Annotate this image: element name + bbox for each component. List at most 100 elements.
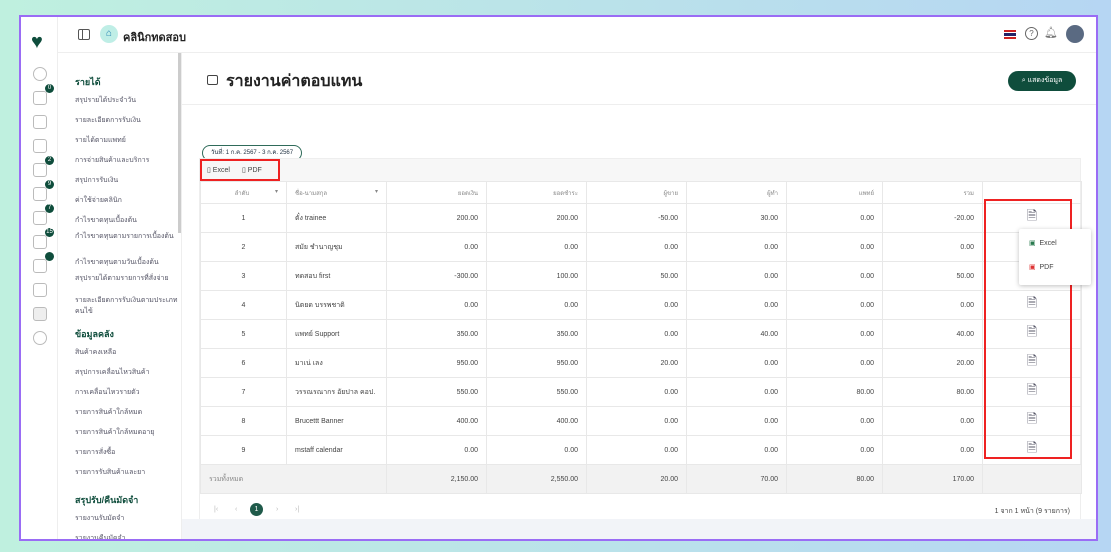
column-header[interactable]: ยอดชำระ <box>486 181 587 204</box>
column-header[interactable]: ยอดเงิน <box>386 181 487 204</box>
id-card-icon[interactable] <box>33 139 47 153</box>
column-header[interactable]: รวม <box>882 181 983 204</box>
table-cell: 0.00 <box>786 319 883 349</box>
sort-filter-icon[interactable]: ▾ <box>275 188 278 195</box>
pdf-file-icon: ▣ <box>1029 264 1036 271</box>
app-window: ♥ 0 2 9 7 15 ⌂ คลินิกทดสอบ ? 🔔︎ รายได้ สรุปรา… <box>19 15 1098 541</box>
box-icon[interactable] <box>33 252 54 273</box>
thai-flag-icon[interactable] <box>1004 30 1016 39</box>
table-cell: 80.00 <box>786 377 883 407</box>
export-excel-button[interactable]: ▯ Excel <box>207 166 230 174</box>
export-pdf-label: PDF <box>247 167 262 174</box>
submenu-item[interactable]: การจ่ายสินค้าและบริการ <box>75 151 181 171</box>
last-page-button[interactable]: ›| <box>295 506 299 513</box>
submenu-item[interactable]: กำไรขาดทุนเบื้องต้น <box>75 211 181 231</box>
submenu-item[interactable]: รายการสินค้าใกล้หมด <box>75 403 181 423</box>
notification-badge: 15 <box>45 228 54 237</box>
report-icon[interactable] <box>33 307 47 321</box>
total-cell: 2,550.00 <box>486 464 587 494</box>
totals-row: รวมทั้งหมด 2,150.00 2,550.00 20.00 70.00 80.0… <box>200 464 1082 494</box>
submenu-item[interactable]: รายละเอียดการรับเงินตามประเภทคนไข้ <box>75 295 181 317</box>
column-header[interactable]: ผู้ทำ <box>686 181 787 204</box>
notification-badge: 2 <box>45 156 54 165</box>
sort-filter-icon[interactable]: ▾ <box>375 188 378 195</box>
payment-icon[interactable]: 15 <box>33 228 54 249</box>
table-cell: 0.00 <box>882 232 983 262</box>
submenu-item[interactable]: การเคลื่อนไหวรายตัว <box>75 383 181 403</box>
submenu-item[interactable]: ค่าใช้จ่ายคลินิก <box>75 191 181 211</box>
submenu-item[interactable]: รายละเอียดการรับเงิน <box>75 111 181 131</box>
export-pdf-button[interactable]: ▯ PDF <box>242 166 262 174</box>
submenu-item[interactable]: รายการรับสินค้าและยา <box>75 463 181 483</box>
excel-file-icon: ▣ <box>1029 240 1036 247</box>
help-icon[interactable]: ? <box>1025 27 1038 40</box>
submenu-scrollbar[interactable] <box>178 53 181 233</box>
clinic-logo-icon: ⌂ <box>100 25 118 43</box>
prev-page-button[interactable]: ‹ <box>235 506 237 513</box>
next-page-button[interactable]: › <box>276 506 278 513</box>
page-title: รายงานค่าตอบแทน <box>226 73 363 90</box>
user-icon[interactable] <box>33 115 47 129</box>
home-icon[interactable] <box>33 67 47 81</box>
table-row: 1 ตั๋ง trainee 200.00 200.00 -50.00 30.00 0.00… <box>200 203 1082 233</box>
first-page-button[interactable]: |‹ <box>214 506 218 513</box>
total-cell: 70.00 <box>686 464 787 494</box>
table-cell: มาเน่ เลง <box>286 348 387 378</box>
column-header-label: รวม <box>963 190 974 197</box>
submenu-item[interactable]: รายการสั่งซื้อ <box>75 443 181 463</box>
submenu-item[interactable]: กำไรขาดทุนตามรายการเบื้องต้น <box>75 231 181 253</box>
stethoscope-icon[interactable]: 9 <box>33 180 54 201</box>
page-1-button[interactable]: 1 <box>250 503 263 516</box>
table-cell: 3 <box>200 261 287 291</box>
totals-label: รวมทั้งหมด <box>200 464 387 494</box>
table-cell: 6 <box>200 348 287 378</box>
submenu-item[interactable]: รายการสินค้าใกล้หมดอายุ <box>75 423 181 443</box>
submenu-item[interactable]: กำไรขาดทุนตามวันเบื้องต้น <box>75 253 181 273</box>
calendar-icon[interactable]: 0 <box>33 84 54 105</box>
icon-rail: ♥ 0 2 9 7 15 <box>21 17 58 539</box>
submenu-item[interactable]: รายได้ตามแพทย์ <box>75 131 181 151</box>
table-cell: 2 <box>200 232 287 262</box>
table-cell: -20.00 <box>882 203 983 233</box>
bell-icon[interactable]: 🔔︎ <box>1044 26 1058 39</box>
table-cell: นิตยด บรรพชาติ <box>286 290 387 320</box>
table-cell: 200.00 <box>386 203 487 233</box>
avatar[interactable] <box>1066 25 1084 43</box>
table-cell: 50.00 <box>586 261 687 291</box>
table-cell: 0.00 <box>586 406 687 436</box>
table-cell: 80.00 <box>882 377 983 407</box>
table-cell: ตั๋ง trainee <box>286 203 387 233</box>
table-cell: 550.00 <box>486 377 587 407</box>
doctor-icon[interactable]: 7 <box>33 204 54 225</box>
submenu-item[interactable]: รายงานรับมัดจำ <box>75 509 181 529</box>
table-row: 8 Brucettt Banner 400.00 400.00 0.00 0.00 0.00… <box>200 406 1082 436</box>
submenu-item[interactable]: สินค้าคงเหลือ <box>75 343 181 363</box>
table-row: 2สมัย ชำนาญชุม0.000.000.000.000.000.00🗎︎ <box>200 232 1082 262</box>
table-cell: 0.00 <box>882 435 983 465</box>
submenu-item[interactable]: สรุปการรับเงิน <box>75 171 181 191</box>
submenu-item[interactable]: สรุปรายได้ตามรายการที่สั่งจ่าย <box>75 273 181 295</box>
submenu-item[interactable]: สรุปการเคลื่อนไหวสินค้า <box>75 363 181 383</box>
menu-item-excel[interactable]: ▣ Excel <box>1029 239 1057 247</box>
column-header[interactable]: ผู้ขาย <box>586 181 687 204</box>
report-table: ลำดับ ▾ ชื่อ-นามสกุล ▾ ยอดเงิน ยอดชำระ ผู้ขา… <box>200 181 1082 494</box>
submenu-item[interactable]: รายงานคืนมัดจำ <box>75 529 181 539</box>
total-cell: 80.00 <box>786 464 883 494</box>
bed-icon[interactable]: 2 <box>33 156 54 177</box>
menu-item-pdf[interactable]: ▣ PDF <box>1029 263 1054 271</box>
column-header[interactable]: แพทย์ <box>786 181 883 204</box>
table-cell: Brucettt Banner <box>286 406 387 436</box>
column-header[interactable]: ลำดับ ▾ <box>200 181 287 204</box>
table-cell: -300.00 <box>386 261 487 291</box>
sidebar-toggle-icon[interactable] <box>78 29 90 40</box>
table-row: 6 มาเน่ เลง 950.00 950.00 20.00 0.00 0.00 20.00… <box>200 348 1082 378</box>
submenu-item[interactable]: สรุปรายได้ประจำวัน <box>75 91 181 111</box>
table-cell: 0.00 <box>882 290 983 320</box>
table-cell: 4 <box>200 290 287 320</box>
column-header-label: ชื่อ-นามสกุล <box>295 190 328 197</box>
apps-icon[interactable] <box>33 283 47 297</box>
column-header[interactable]: ชื่อ-นามสกุล ▾ <box>286 181 387 204</box>
settings-icon[interactable] <box>33 331 47 345</box>
show-data-button[interactable]: ⌕ แสดงข้อมูล <box>1008 71 1076 91</box>
table-cell: 0.00 <box>386 232 487 262</box>
